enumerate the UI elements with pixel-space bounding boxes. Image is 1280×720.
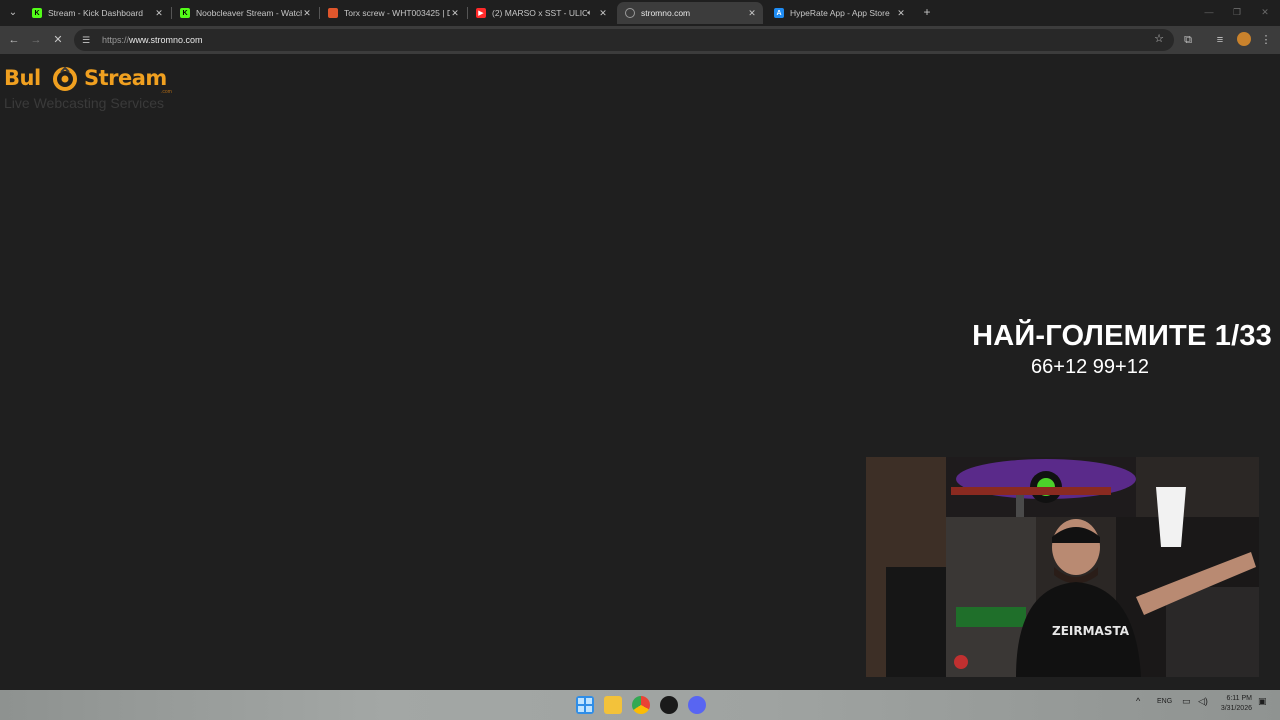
back-icon[interactable]: ← (6, 32, 22, 48)
clock-date: 3/31/2026 (1220, 705, 1252, 712)
file-explorer-icon[interactable] (604, 696, 622, 714)
network-icon[interactable]: ▭ (1182, 696, 1191, 707)
url-text[interactable]: https://www.stromno.com (102, 35, 203, 45)
subline-text: 66+12 99+12 (1031, 356, 1149, 378)
reading-list-icon[interactable]: ≡ (1212, 32, 1228, 48)
appstore-icon: A (774, 8, 784, 18)
close-icon[interactable]: ✕ (747, 8, 757, 19)
language-indicator[interactable]: ENG (1157, 698, 1172, 705)
page-content: Bul Stream .com Live Webcasting Services… (0, 54, 1280, 690)
close-icon[interactable]: ✕ (598, 8, 608, 19)
close-icon[interactable]: ✕ (896, 8, 906, 19)
tab-stromno[interactable]: stromno.com ✕ (617, 2, 763, 24)
profile-avatar[interactable] (1237, 32, 1251, 46)
close-icon[interactable]: ✕ (154, 8, 164, 19)
volume-icon[interactable]: ◁) (1198, 696, 1208, 707)
tab-title: stromno.com (641, 8, 691, 18)
tab-title: Noobcleaver Stream - Watch Li (196, 8, 302, 18)
logo-tagline: Live Webcasting Services (4, 95, 165, 111)
maximize-icon[interactable]: ❐ (1230, 5, 1244, 19)
logo-right-word: Stream (84, 66, 167, 90)
tab-title: HypeRate App - App Store (790, 8, 890, 18)
youtube-icon: ▶ (476, 8, 486, 18)
extensions-icon[interactable]: ⧉ (1180, 32, 1196, 48)
tab-strip: ⌄ K Stream - Kick Dashboard ✕ K Noobclea… (0, 0, 1280, 26)
kick-icon: K (180, 8, 190, 18)
store-icon (328, 8, 338, 18)
chrome-icon[interactable] (632, 696, 650, 714)
tab-title: (2) MARSO x SST - ULICHN (492, 8, 588, 18)
windows-start-icon[interactable] (576, 696, 594, 714)
url-scheme: https:// (102, 35, 130, 45)
discord-icon[interactable] (688, 696, 706, 714)
browser-toolbar: ← → ✕ ☰ https://www.stromno.com ☆ ⧉ ≡ ⋮ (0, 26, 1280, 54)
webcam-scene: ZEIRMASTA (866, 457, 1259, 677)
tab-hyperate-appstore[interactable]: A HypeRate App - App Store ✕ (766, 2, 912, 24)
speaker-icon[interactable]: 🔈︎ (587, 8, 592, 18)
obs-icon[interactable] (660, 696, 678, 714)
address-bar[interactable]: ☰ https://www.stromno.com ☆ (74, 29, 1174, 51)
minimize-icon[interactable]: — (1202, 5, 1216, 19)
reload-icon[interactable]: ✕ (50, 32, 66, 48)
taskbar-clock[interactable]: 6:11 PM 3/31/2026 (1212, 694, 1252, 714)
notification-bell-icon[interactable]: ▣ (1258, 696, 1267, 707)
tab-noobcleaver-stream[interactable]: K Noobcleaver Stream - Watch Li ✕ (172, 2, 318, 24)
headline-text: НАЙ-ГОЛЕМИТЕ 1/33 (972, 320, 1272, 352)
tab-kick-dashboard[interactable]: K Stream - Kick Dashboard ✕ (24, 2, 170, 24)
globe-icon (625, 8, 635, 18)
svg-text:ZEIRMASTA: ZEIRMASTA (1052, 624, 1130, 638)
forward-icon[interactable]: → (28, 32, 44, 48)
logo-camera-icon (53, 66, 77, 91)
tab-youtube-marso[interactable]: ▶ (2) MARSO x SST - ULICHN 🔈︎ ✕ (468, 2, 614, 24)
close-icon[interactable]: ✕ (450, 8, 460, 19)
url-host: www.stromno.com (129, 35, 203, 45)
logo-left-word: Bul (4, 66, 41, 90)
tab-search-chevron-icon[interactable]: ⌄ (5, 4, 21, 20)
tab-title: Torx screw - WHT003425 | Dea (344, 8, 450, 18)
windows-taskbar: ^ ENG ▭ ◁) 6:11 PM 3/31/2026 ▣ (0, 690, 1280, 720)
tab-title: Stream - Kick Dashboard (48, 8, 143, 18)
kick-icon: K (32, 8, 42, 18)
menu-kebab-icon[interactable]: ⋮ (1258, 32, 1274, 48)
clock-time: 6:11 PM (1226, 695, 1252, 702)
tab-torx-screw[interactable]: Torx screw - WHT003425 | Dea ✕ (320, 2, 466, 24)
close-window-icon[interactable]: ✕ (1258, 5, 1272, 19)
new-tab-button[interactable]: + (920, 5, 934, 19)
webcam-video-overlay: ZEIRMASTA (866, 457, 1259, 677)
site-settings-icon[interactable]: ☰ (80, 34, 92, 46)
bookmark-star-icon[interactable]: ☆ (1154, 32, 1164, 45)
close-icon[interactable]: ✕ (302, 8, 312, 19)
tray-chevron-icon[interactable]: ^ (1136, 696, 1140, 706)
bulstream-logo: Bul Stream .com Live Webcasting Services (4, 64, 179, 114)
